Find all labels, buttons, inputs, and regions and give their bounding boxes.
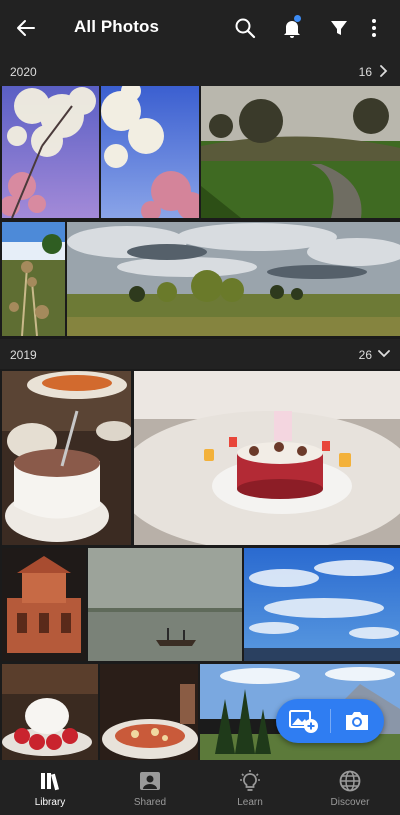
back-arrow-icon[interactable] bbox=[14, 16, 38, 40]
section-photo-count: 26 bbox=[358, 348, 372, 362]
nav-label: Library bbox=[34, 797, 66, 808]
nav-label: Shared bbox=[133, 797, 167, 808]
section-photo-count: 16 bbox=[358, 65, 372, 79]
camera-icon[interactable] bbox=[340, 707, 374, 735]
photo-thumbnail-strawberry-dessert[interactable] bbox=[2, 664, 98, 760]
filter-icon[interactable] bbox=[327, 16, 351, 40]
section-header-2020[interactable]: 2020 16 bbox=[0, 56, 400, 86]
photo-thumbnail-red-building[interactable] bbox=[2, 548, 86, 661]
photo-thumbnail-birthday-cake[interactable] bbox=[134, 371, 400, 545]
chevron-right-icon[interactable] bbox=[376, 63, 392, 79]
photo-thumbnail-blossoms-2[interactable] bbox=[101, 86, 199, 218]
lightbulb-icon bbox=[240, 770, 260, 791]
search-icon[interactable] bbox=[233, 16, 257, 40]
photo-thumbnail-blossoms-1[interactable] bbox=[2, 86, 99, 218]
photo-thumbnail-river-boat[interactable] bbox=[88, 548, 242, 661]
page-title: All Photos bbox=[74, 17, 160, 36]
section-year: 2020 bbox=[10, 65, 37, 79]
photo-thumbnail-dinner-plate[interactable] bbox=[100, 664, 198, 760]
chevron-down-icon[interactable] bbox=[376, 346, 392, 362]
globe-icon bbox=[339, 770, 361, 792]
photo-thumbnail-stream-field[interactable] bbox=[201, 86, 400, 218]
fab-divider bbox=[330, 709, 331, 733]
photo-thumbnail-wildflowers[interactable] bbox=[2, 222, 65, 336]
floating-action-group bbox=[276, 699, 384, 743]
section-year: 2019 bbox=[10, 348, 37, 362]
shared-people-icon bbox=[140, 772, 160, 790]
photo-thumbnail-blue-sky-clouds[interactable] bbox=[244, 548, 400, 661]
section-header-2019[interactable]: 2019 26 bbox=[0, 339, 400, 369]
photo-thumbnail-cloudy-meadow[interactable] bbox=[67, 222, 400, 336]
add-photo-icon[interactable] bbox=[286, 707, 320, 735]
nav-item-library[interactable]: Library bbox=[0, 760, 100, 815]
photo-thumbnail-coffee[interactable] bbox=[2, 371, 131, 545]
nav-item-shared[interactable]: Shared bbox=[100, 760, 200, 815]
nav-label: Discover bbox=[330, 797, 370, 808]
notification-badge bbox=[294, 15, 301, 22]
bottom-navigation: Library Shared Learn Discover bbox=[0, 760, 400, 815]
nav-item-learn[interactable]: Learn bbox=[200, 760, 300, 815]
nav-label: Learn bbox=[237, 797, 263, 808]
more-vertical-icon[interactable] bbox=[362, 16, 386, 40]
nav-item-discover[interactable]: Discover bbox=[300, 760, 400, 815]
top-app-bar: All Photos bbox=[0, 0, 400, 56]
library-icon bbox=[41, 773, 60, 791]
